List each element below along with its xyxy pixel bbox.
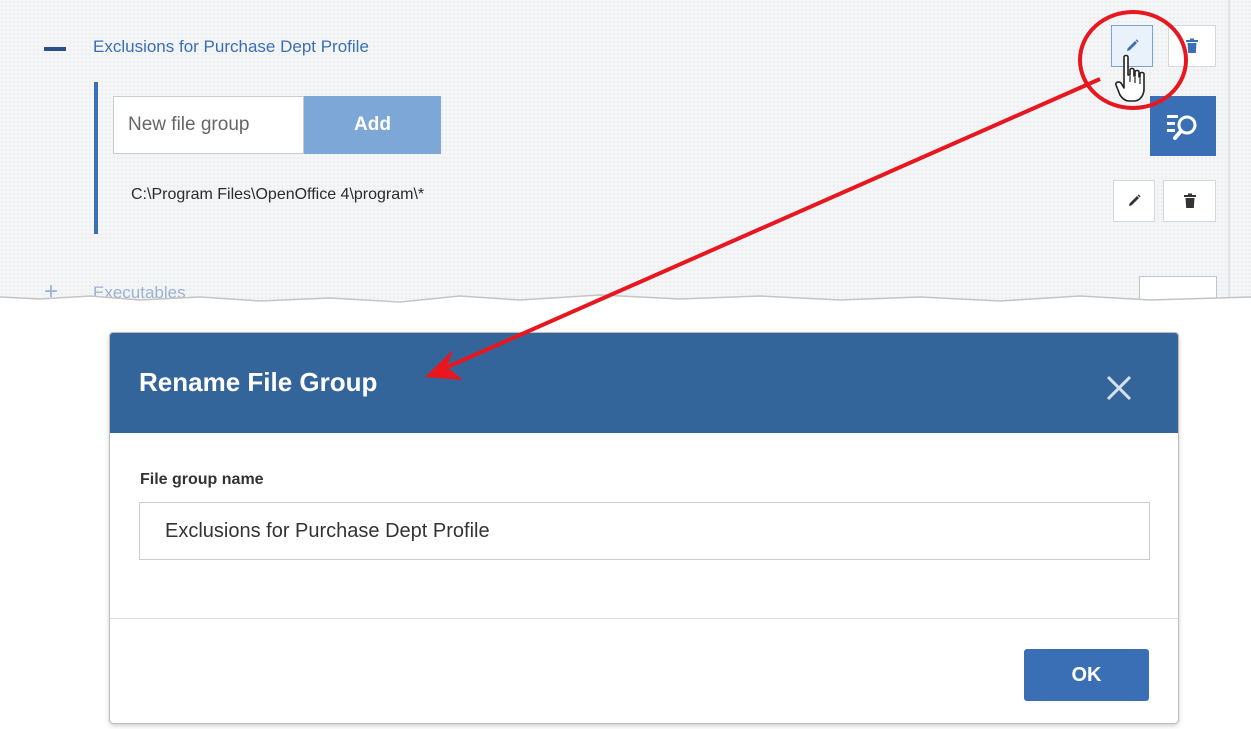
group-indent-line [94,82,98,234]
file-group-name-input[interactable] [139,502,1150,560]
search-files-button[interactable] [1150,96,1216,156]
dialog-title: Rename File Group [139,367,378,397]
torn-edge-divider [0,294,1251,317]
new-file-group-input[interactable] [113,96,304,154]
dialog-footer-divider [110,618,1178,619]
file-group-title[interactable]: Exclusions for Purchase Dept Profile [93,37,369,57]
file-group-panel: Exclusions for Purchase Dept Profile Add… [0,0,1251,300]
file-group-name-label: File group name [140,471,264,488]
file-path-entry: C:\Program Files\OpenOffice 4\program\* [131,186,425,203]
trash-icon [1186,38,1198,53]
collapse-button[interactable] [42,36,68,62]
rename-file-group-dialog: Rename File Group File group name OK [110,333,1178,723]
dialog-header: Rename File Group [110,333,1178,433]
panel-edge [1228,0,1230,300]
minus-icon [44,47,66,51]
delete-file-button[interactable] [1163,180,1216,222]
trash-icon [1183,193,1196,208]
delete-group-button[interactable] [1168,25,1216,67]
edit-file-button[interactable] [1113,180,1155,222]
add-button[interactable]: Add [304,96,441,154]
search-list-icon [1167,115,1197,140]
pencil-icon [1127,39,1139,51]
ok-button[interactable]: OK [1024,649,1149,701]
edit-group-button[interactable] [1111,25,1153,67]
close-icon[interactable] [1104,373,1134,403]
pencil-icon [1129,194,1141,206]
